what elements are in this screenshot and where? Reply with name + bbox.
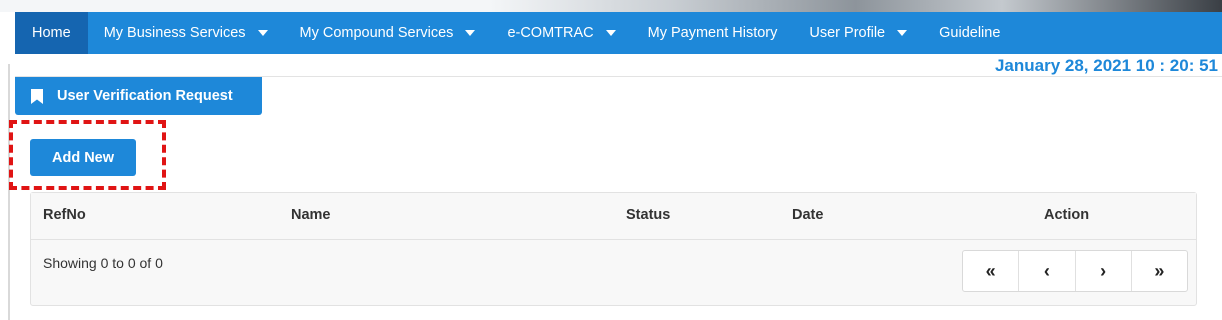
caret-down-icon bbox=[465, 30, 476, 36]
last-page-button[interactable]: » bbox=[1132, 251, 1187, 291]
nav-item-label: My Business Services bbox=[103, 25, 246, 41]
caret-down-icon bbox=[897, 30, 908, 36]
nav-item-home[interactable]: Home bbox=[15, 12, 88, 54]
pagination: « ‹ › » bbox=[962, 250, 1188, 292]
nav-item-label: Guideline bbox=[939, 25, 1001, 41]
nav-item-user-profile[interactable]: User Profile bbox=[793, 12, 923, 54]
nav-item-my-compound-services[interactable]: My Compound Services bbox=[284, 12, 492, 54]
column-header-name[interactable]: Name bbox=[291, 207, 331, 223]
nav-item-e-comtrac[interactable]: e-COMTRAC bbox=[491, 12, 631, 54]
panel-title-tab: User Verification Request bbox=[15, 77, 262, 115]
previous-page-button[interactable]: ‹ bbox=[1019, 251, 1076, 291]
nav-item-my-business-services[interactable]: My Business Services bbox=[88, 12, 284, 54]
caret-down-icon bbox=[605, 30, 616, 36]
first-page-button[interactable]: « bbox=[963, 251, 1020, 291]
current-datetime: January 28, 2021 10 : 20: 51 bbox=[994, 56, 1218, 75]
nav-item-label: User Profile bbox=[809, 25, 886, 41]
nav-item-label: My Payment History bbox=[647, 25, 778, 41]
header-banner-strip bbox=[0, 0, 1222, 12]
bookmark-icon bbox=[31, 88, 43, 104]
panel-title: User Verification Request bbox=[57, 88, 233, 104]
column-header-action: Action bbox=[1044, 207, 1090, 223]
nav-item-guideline[interactable]: Guideline bbox=[923, 12, 1016, 54]
main-nav: Home My Business Services My Compound Se… bbox=[15, 12, 1222, 54]
requests-table: RefNo Name Status Date Action Showing 0 … bbox=[30, 192, 1197, 306]
column-header-refno[interactable]: RefNo bbox=[43, 207, 86, 223]
add-new-button[interactable]: Add New bbox=[30, 139, 136, 176]
content-left-border bbox=[8, 64, 10, 320]
table-info: Showing 0 to 0 of 0 bbox=[43, 255, 163, 271]
nav-item-label: Home bbox=[32, 25, 71, 41]
table-header: RefNo Name Status Date Action bbox=[31, 193, 1196, 240]
nav-item-label: My Compound Services bbox=[299, 25, 454, 41]
next-page-button[interactable]: › bbox=[1076, 251, 1132, 291]
nav-item-my-payment-history[interactable]: My Payment History bbox=[632, 12, 794, 54]
column-header-status[interactable]: Status bbox=[626, 207, 670, 223]
caret-down-icon bbox=[257, 30, 268, 36]
nav-item-label: e-COMTRAC bbox=[507, 25, 594, 41]
column-header-date[interactable]: Date bbox=[792, 207, 823, 223]
